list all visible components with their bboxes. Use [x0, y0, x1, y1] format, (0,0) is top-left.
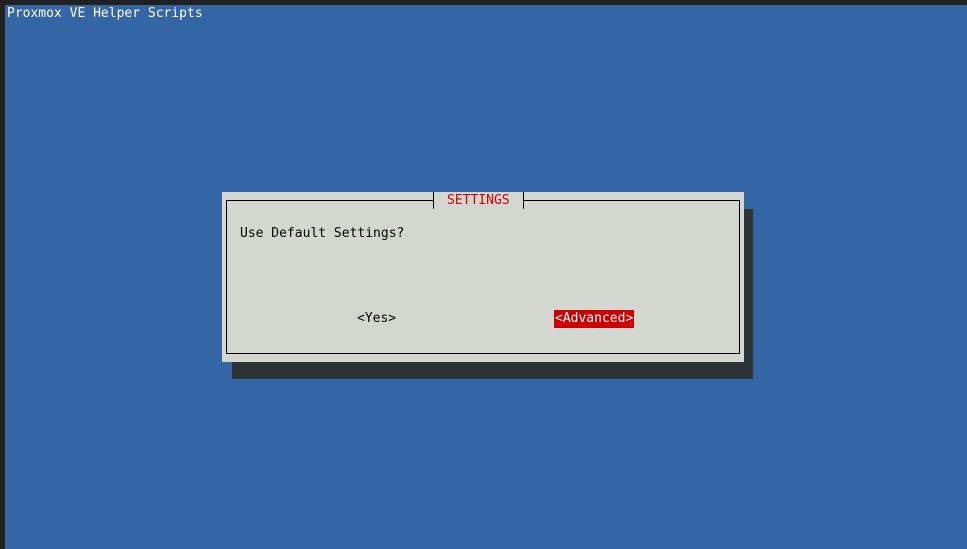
window-frame-left	[0, 0, 5, 549]
dialog-border	[226, 200, 740, 354]
settings-dialog: SETTINGS Use Default Settings? <Yes> <Ad…	[222, 192, 744, 362]
yes-button[interactable]: <Yes>	[357, 310, 396, 328]
advanced-button[interactable]: <Advanced>	[554, 310, 635, 328]
backtitle: Proxmox VE Helper Scripts	[7, 6, 203, 21]
dialog-title: SETTINGS	[433, 192, 524, 209]
dialog-message: Use Default Settings?	[240, 226, 405, 241]
